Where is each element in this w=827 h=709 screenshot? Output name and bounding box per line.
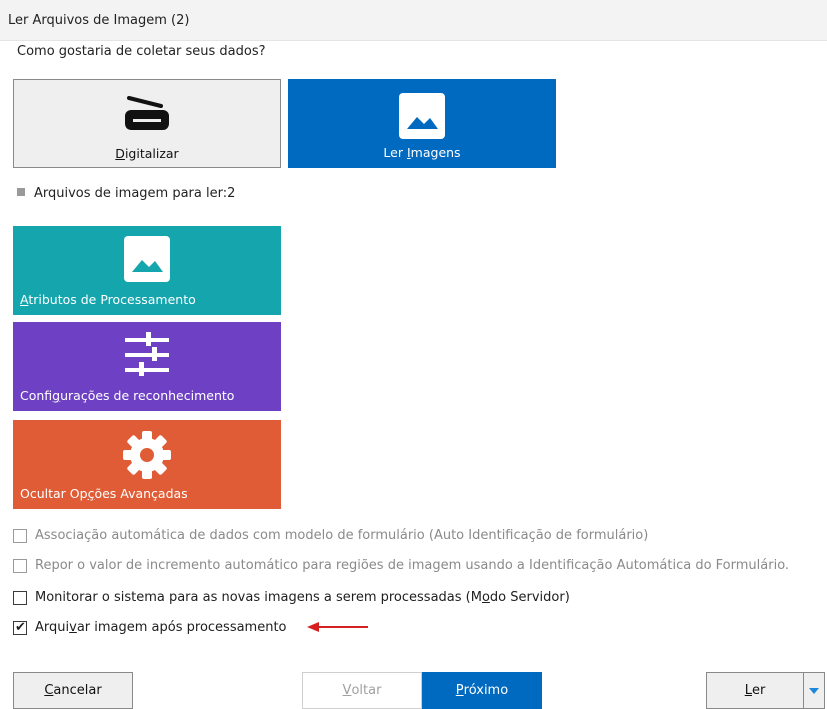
reset-auto-increment-checkbox: Repor o valor de incremento automático p…: [13, 558, 789, 573]
annotation-arrow-icon: [307, 622, 368, 632]
auto-form-identification-checkbox: Associação automática de dados com model…: [13, 528, 648, 543]
scan-button[interactable]: Digitalizar: [13, 79, 281, 168]
image-icon: [124, 236, 170, 286]
hide-advanced-options-tile[interactable]: Ocultar Opções Avançadas: [13, 420, 281, 509]
checkmark-icon: ✔: [15, 619, 26, 635]
option-label: Arquivar imagem após processamento: [35, 620, 287, 635]
processing-attributes-label: Atributos de Processamento: [20, 292, 196, 307]
read-dropdown-button[interactable]: [803, 672, 825, 709]
hide-advanced-options-label: Ocultar Opções Avançadas: [20, 486, 188, 501]
read-images-button[interactable]: Ler Imagens: [288, 79, 556, 168]
files-to-read: Arquivos de imagem para ler:2: [17, 186, 235, 201]
scanner-icon: [123, 94, 171, 136]
title-bar: Ler Arquivos de Imagem (2): [0, 0, 827, 41]
cancel-button[interactable]: Cancelar: [13, 672, 133, 709]
gear-icon: [122, 430, 172, 484]
checkbox-box[interactable]: ✔: [13, 619, 27, 635]
recognition-settings-tile[interactable]: Configurações de reconhecimento: [13, 322, 281, 411]
server-mode-checkbox[interactable]: Monitorar o sistema para as novas imagen…: [13, 590, 570, 605]
archive-after-processing-checkbox[interactable]: ✔ Arquivar imagem após processamento: [13, 620, 287, 635]
back-button: Voltar: [302, 672, 422, 709]
checkbox-box[interactable]: [13, 590, 27, 605]
next-button[interactable]: Próximo: [422, 672, 542, 709]
window-title: Ler Arquivos de Imagem (2): [8, 13, 190, 28]
scan-label: Digitalizar: [115, 146, 179, 161]
recognition-settings-label: Configurações de reconhecimento: [20, 388, 235, 403]
processing-attributes-tile[interactable]: Atributos de Processamento: [13, 226, 281, 315]
option-label: Associação automática de dados com model…: [35, 528, 649, 543]
read-images-label: Ler Imagens: [383, 145, 461, 160]
read-button[interactable]: Ler: [706, 672, 804, 709]
option-label: Repor o valor de incremento automático p…: [35, 558, 790, 573]
sliders-icon: [122, 332, 172, 382]
chevron-down-icon: [809, 687, 819, 694]
option-label: Monitorar o sistema para as novas imagen…: [35, 590, 570, 605]
checkbox-box: [13, 558, 27, 573]
checkbox-box: [13, 528, 27, 543]
collection-prompt: Como gostaria de coletar seus dados?: [17, 44, 266, 59]
bullet-square-icon: [17, 188, 25, 196]
image-icon: [399, 93, 445, 143]
